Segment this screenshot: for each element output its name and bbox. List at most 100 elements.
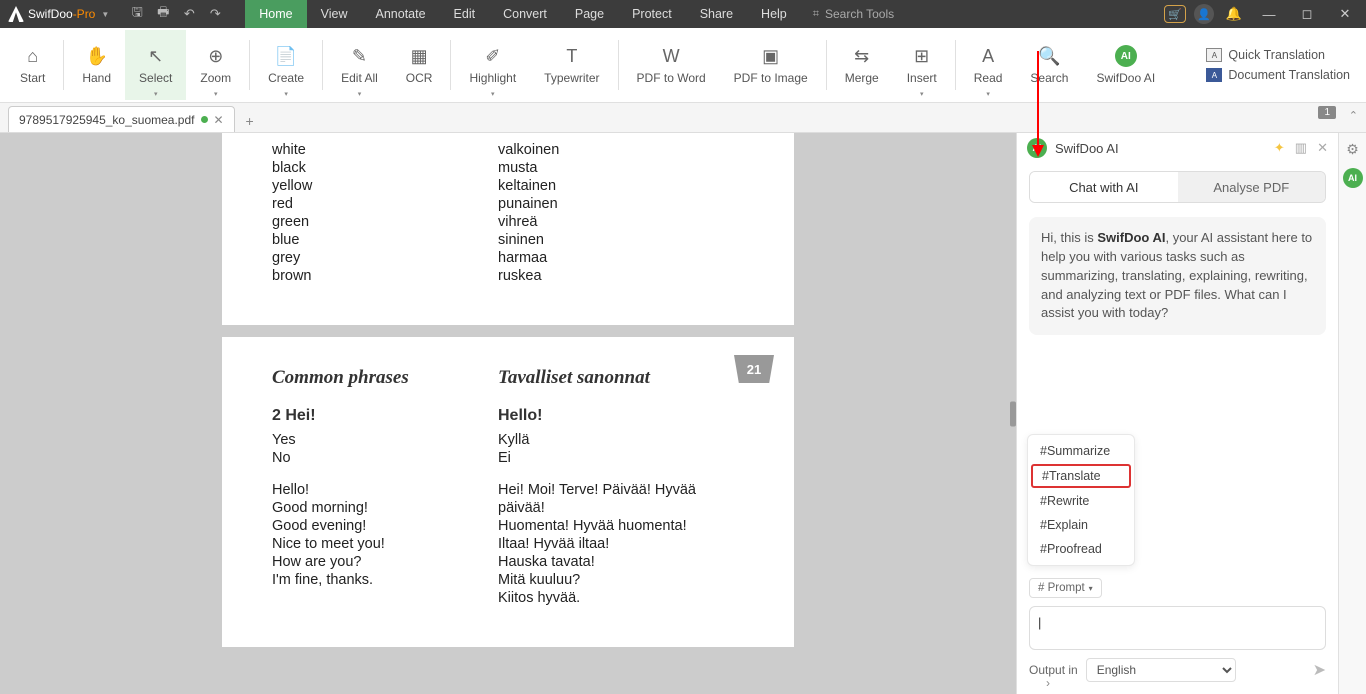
menu-edit[interactable]: Edit [440,0,490,28]
tab-chat-with-ai[interactable]: Chat with AI [1030,172,1178,202]
ai-greeting: Hi, this is SwifDoo AI, your AI assistan… [1029,217,1326,335]
image-icon: ▣ [760,45,782,67]
output-language-select[interactable]: English [1086,658,1236,682]
zoom-button[interactable]: ⊕Zoom▾ [186,30,245,100]
redo-icon[interactable]: ↷ [205,4,225,24]
search-button[interactable]: 🔍Search [1016,30,1082,100]
document-translation-button[interactable]: ADocument Translation [1206,68,1350,82]
settings-icon[interactable]: ⚙ [1346,141,1359,158]
prompt-summarize[interactable]: #Summarize [1028,439,1134,463]
ai-footer: # Prompt ▾ | Output in English ➤ [1017,572,1338,694]
prompt-explain[interactable]: #Explain [1028,513,1134,537]
cart-icon[interactable]: 🛒 [1164,5,1186,23]
typewriter-icon: T [561,45,583,67]
history-icon[interactable]: ▥ [1295,140,1307,156]
new-tab-button[interactable]: + [239,110,261,132]
home-icon: ⌂ [22,45,44,67]
ai-panel: AI SwifDoo AI ✦ ▥ ✕ Chat with AI Analyse… [1016,133,1338,694]
text: sininen [498,231,744,249]
titlebar: SwifDoo-Pro ▼ 🖫 🖶 ↶ ↷ Home View Annotate… [0,0,1366,28]
quick-access-toolbar: 🖫 🖶 ↶ ↷ [127,4,225,24]
menu-protect[interactable]: Protect [618,0,686,28]
ai-avatar-icon: AI [1027,138,1047,158]
menu-page[interactable]: Page [561,0,618,28]
merge-button[interactable]: ⇆Merge [831,30,893,100]
undo-icon[interactable]: ↶ [179,4,199,24]
text: Huomenta! Hyvää huomenta! [498,517,744,535]
bell-icon[interactable]: 🔔 [1222,2,1246,26]
main-area: white black yellow red green blue grey b… [0,133,1366,694]
prompt-proofread[interactable]: #Proofread [1028,537,1134,561]
status-dot-icon [201,116,208,123]
read-button[interactable]: ARead▾ [960,30,1017,100]
select-button[interactable]: ↖Select▾ [125,30,186,100]
maximize-icon[interactable]: ◻ [1292,2,1322,26]
chevron-down-icon: ▾ [284,90,288,98]
start-button[interactable]: ⌂Start [6,30,59,100]
typewriter-button[interactable]: TTypewriter [530,30,613,100]
quick-translation-button[interactable]: AQuick Translation [1206,48,1350,62]
swifdoo-ai-button[interactable]: AISwifDoo AI [1082,30,1169,100]
word-icon: W [660,45,682,67]
menu-home[interactable]: Home [245,0,306,28]
search-icon: 🔍 [1038,45,1060,67]
ai-input[interactable]: | [1029,606,1326,650]
ai-title: SwifDoo AI [1055,141,1119,156]
page-number-badge: 21 [734,355,774,383]
editall-button[interactable]: ✎Edit All▾ [327,30,392,100]
text: harmaa [498,249,744,267]
document-viewport[interactable]: white black yellow red green blue grey b… [0,133,1016,694]
minimize-icon[interactable]: — [1254,2,1284,26]
ai-badge-icon[interactable]: AI [1343,168,1363,188]
subheading: Hello! [498,407,744,425]
ai-header: AI SwifDoo AI ✦ ▥ ✕ [1017,133,1338,163]
ribbon: ⌂Start ✋Hand ↖Select▾ ⊕Zoom▾ 📄Create▾ ✎E… [0,28,1366,103]
sparkle-icon[interactable]: ✦ [1274,140,1285,156]
text: keltainen [498,177,744,195]
close-icon[interactable]: ✕ [1330,2,1360,26]
app-dropdown-icon[interactable]: ▼ [101,10,109,19]
pdf-to-image-button[interactable]: ▣PDF to Image [720,30,822,100]
print-icon[interactable]: 🖶 [153,4,173,24]
translate-icon: A [1206,48,1222,62]
menu-view[interactable]: View [307,0,362,28]
prompt-dropdown[interactable]: # Prompt ▾ [1029,578,1102,598]
tab-close-icon[interactable]: ✕ [214,113,224,127]
menu-help[interactable]: Help [747,0,801,28]
highlight-icon: ✐ [482,45,504,67]
menu-annotate[interactable]: Annotate [362,0,440,28]
text: brown [272,267,498,285]
save-icon[interactable]: 🖫 [127,4,147,24]
user-icon[interactable]: 👤 [1194,4,1214,24]
chevron-down-icon: ▾ [986,90,990,98]
text: I'm fine, thanks. [272,571,498,589]
heading: Tavalliset sanonnat [498,367,744,389]
tab-bar: 9789517925945_ko_suomea.pdf ✕ + 1 ⌃ [0,103,1366,133]
tab-analyse-pdf[interactable]: Analyse PDF [1178,172,1326,202]
menu-convert[interactable]: Convert [489,0,561,28]
ocr-button[interactable]: ▦OCR [392,30,447,100]
expand-arrow-icon[interactable]: › [1046,676,1050,690]
text: red [272,195,498,213]
pdf-to-word-button[interactable]: WPDF to Word [623,30,720,100]
chevron-down-icon: ▾ [1089,584,1093,593]
hand-button[interactable]: ✋Hand [68,30,125,100]
text: Hello! [272,481,498,499]
document-tab[interactable]: 9789517925945_ko_suomea.pdf ✕ [8,106,235,132]
text: Good evening! [272,517,498,535]
prompt-translate[interactable]: #Translate [1031,464,1131,488]
ai-close-icon[interactable]: ✕ [1317,140,1328,156]
collapse-ribbon-icon[interactable]: ⌃ [1349,109,1358,122]
menu-share[interactable]: Share [686,0,747,28]
highlight-button[interactable]: ✐Highlight▾ [455,30,530,100]
search-tools[interactable]: ⌗ Search Tools [813,7,894,21]
text: yellow [272,177,498,195]
send-icon[interactable]: ➤ [1313,660,1326,680]
insert-button[interactable]: ⊞Insert▾ [893,30,951,100]
create-button[interactable]: 📄Create▾ [254,30,318,100]
prompt-rewrite[interactable]: #Rewrite [1028,489,1134,513]
text: No [272,449,498,467]
main-menu: Home View Annotate Edit Convert Page Pro… [245,0,800,28]
chevron-down-icon: ▾ [214,90,218,98]
text: blue [272,231,498,249]
